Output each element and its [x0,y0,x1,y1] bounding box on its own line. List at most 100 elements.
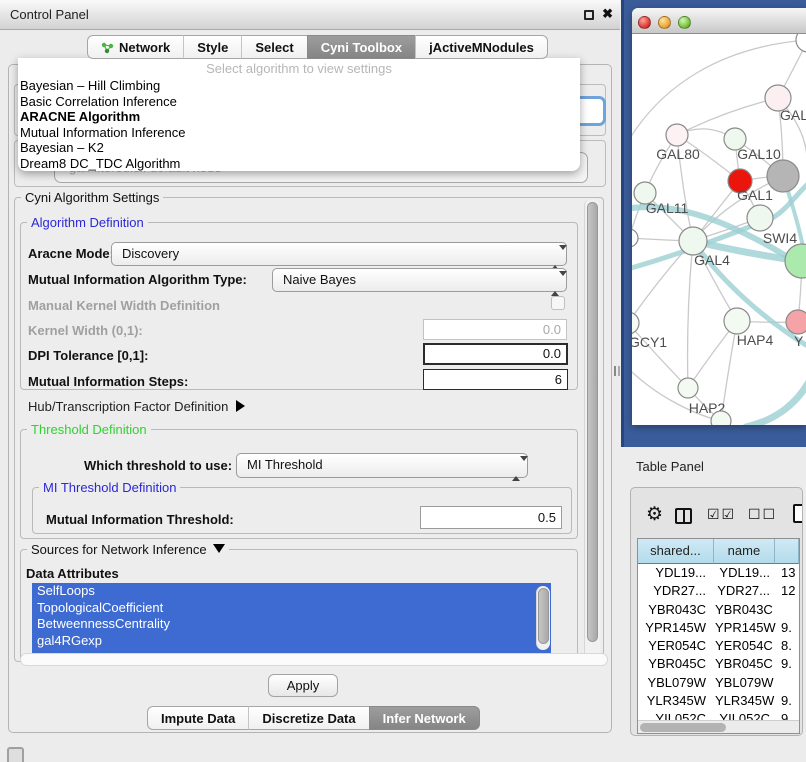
algorithm-option[interactable]: Basic Correlation Inference [20,94,578,110]
network-window-titlebar[interactable] [632,8,806,34]
tab-style[interactable]: Style [183,35,241,59]
data-attribute-item[interactable]: gal4RGexp [32,633,551,650]
network-node-gal4[interactable] [679,227,707,255]
bottom-tab-discretize-data[interactable]: Discretize Data [248,706,368,730]
bottom-tab-impute-data[interactable]: Impute Data [147,706,248,730]
table-cell[interactable]: YLR345W [715,692,777,710]
select-all-checks-icon[interactable]: ☑☑ [707,506,736,523]
table-cell[interactable]: 9. [777,619,800,637]
kernel-width-field[interactable]: 0.0 [423,319,567,340]
table-cell[interactable]: YPR145W [715,619,777,637]
table-cell[interactable]: YBR043C [715,601,777,619]
mi-steps-field[interactable]: 6 [423,369,568,390]
algorithm-option[interactable]: Bayesian – K2 [20,140,578,156]
attributes-vscrollbar-thumb[interactable] [538,588,549,644]
bottom-tab-infer-network[interactable]: Infer Network [369,706,480,730]
data-attribute-item[interactable]: TopologicalCoefficient [32,600,551,617]
mac-close-icon[interactable] [638,16,651,29]
network-node-bottom-node[interactable] [711,411,731,425]
table-cell[interactable]: YDR27... [638,582,715,600]
table-cell[interactable]: 9. [777,692,800,710]
table-cell[interactable]: 12 [777,582,800,600]
network-node-top-right[interactable] [796,34,806,52]
table-cell[interactable]: YER054C [715,637,777,655]
bottom-left-partial-icon[interactable] [7,747,24,762]
table-hscrollbar-thumb[interactable] [640,723,726,732]
network-node-swi4[interactable] [747,205,773,231]
table-row[interactable]: YBR045CYBR045C9. [638,655,800,673]
table-cell[interactable]: YIL052C [638,710,715,720]
network-node-gcy1[interactable] [632,312,639,334]
mac-zoom-icon[interactable] [678,16,691,29]
table-cell[interactable]: YBL079W [715,674,777,692]
close-icon[interactable]: ✖ [602,6,613,22]
table-cell[interactable]: 13 [777,564,800,582]
table-cell[interactable]: 9 [777,710,800,720]
table-cell[interactable] [777,601,800,619]
network-node-gal80[interactable] [666,124,688,146]
attributes-vscrollbar[interactable] [536,586,550,650]
network-node-left-mid[interactable] [632,229,638,247]
tab-cyni-toolbox[interactable]: Cyni Toolbox [307,35,415,59]
table-cell[interactable]: YBR045C [715,655,777,673]
column-header[interactable]: A [775,539,799,564]
table-cell[interactable]: 9. [777,655,800,673]
data-attribute-item[interactable]: SelfLoops [32,583,551,600]
network-node-hap2[interactable] [678,378,698,398]
table-cell[interactable]: YBR043C [638,601,715,619]
data-attribute-item[interactable]: BetweennessCentrality [32,616,551,633]
hub-definition-expander[interactable]: Hub/Transcription Factor Definition [28,399,245,414]
settings-hscrollbar[interactable] [20,653,608,666]
which-threshold-combo[interactable]: MI Threshold [236,453,528,478]
table-row[interactable]: YBR043CYBR043C [638,601,800,619]
sources-title[interactable]: Sources for Network Inference [27,542,229,557]
mi-type-combo[interactable]: Naive Bayes [272,268,567,292]
column-header[interactable]: shared... [638,539,714,564]
columns-icon[interactable] [675,508,692,524]
network-node-big-green[interactable] [785,244,806,278]
network-canvas[interactable]: GAL7GAL80GAL10GAL1GAL11SWI4GAL4HAP4YGCY1… [632,34,806,425]
aracne-mode-combo[interactable]: Discovery [111,242,567,266]
table-hscrollbar[interactable] [638,720,799,734]
table-row[interactable]: YER054CYER054C8. [638,637,800,655]
table-cell[interactable]: YBR045C [638,655,715,673]
network-node-hap4[interactable] [724,308,750,334]
table-row[interactable]: YDR27...YDR27...12 [638,582,800,600]
table-row[interactable]: YDL19...YDL19...13 [638,564,800,582]
table-cell[interactable]: YDL19... [638,564,715,582]
table-cell[interactable]: YDL19... [715,564,777,582]
table-cell[interactable]: YLR345W [638,692,715,710]
network-edge[interactable] [632,323,688,388]
table-row[interactable]: YBL079WYBL079W [638,674,800,692]
settings-vscrollbar[interactable] [584,199,600,660]
table-row[interactable]: YLR345WYLR345W9. [638,692,800,710]
table-cell[interactable]: YDR27... [715,582,777,600]
network-node-salmon[interactable] [786,310,806,334]
gear-icon[interactable]: ⚙ [646,503,663,526]
algorithm-option[interactable]: Bayesian – Hill Climbing [20,78,578,94]
dpi-tolerance-field[interactable]: 0.0 [423,343,568,365]
tab-jactivemnodules[interactable]: jActiveMNodules [415,35,548,59]
deselect-all-checks-icon[interactable]: ☐☐ [748,506,777,523]
table-cell[interactable] [777,674,800,692]
mi-threshold-field[interactable]: 0.5 [420,506,562,529]
table-cell[interactable]: 8. [777,637,800,655]
column-header[interactable]: name [714,539,775,564]
page-icon[interactable] [793,504,803,523]
algorithm-option[interactable]: ARACNE Algorithm [20,109,578,125]
table-row[interactable]: YIL052CYIL052C9 [638,710,800,720]
tab-select[interactable]: Select [241,35,306,59]
float-window-icon[interactable] [584,10,594,20]
algorithm-option[interactable]: Dream8 DC_TDC Algorithm [20,156,578,172]
algorithm-option[interactable]: Mutual Information Inference [20,125,578,141]
table-cell[interactable]: YER054C [638,637,715,655]
apply-button[interactable]: Apply [268,674,338,697]
settings-vscrollbar-thumb[interactable] [587,202,598,642]
mac-minimize-icon[interactable] [658,16,671,29]
network-node-gray-node[interactable] [767,160,799,192]
table-cell[interactable]: YIL052C [715,710,777,720]
panel-divider-grip[interactable] [614,366,620,376]
tab-network[interactable]: Network [87,35,183,59]
table-row[interactable]: YPR145WYPR145W9. [638,619,800,637]
network-edge[interactable] [688,241,693,388]
